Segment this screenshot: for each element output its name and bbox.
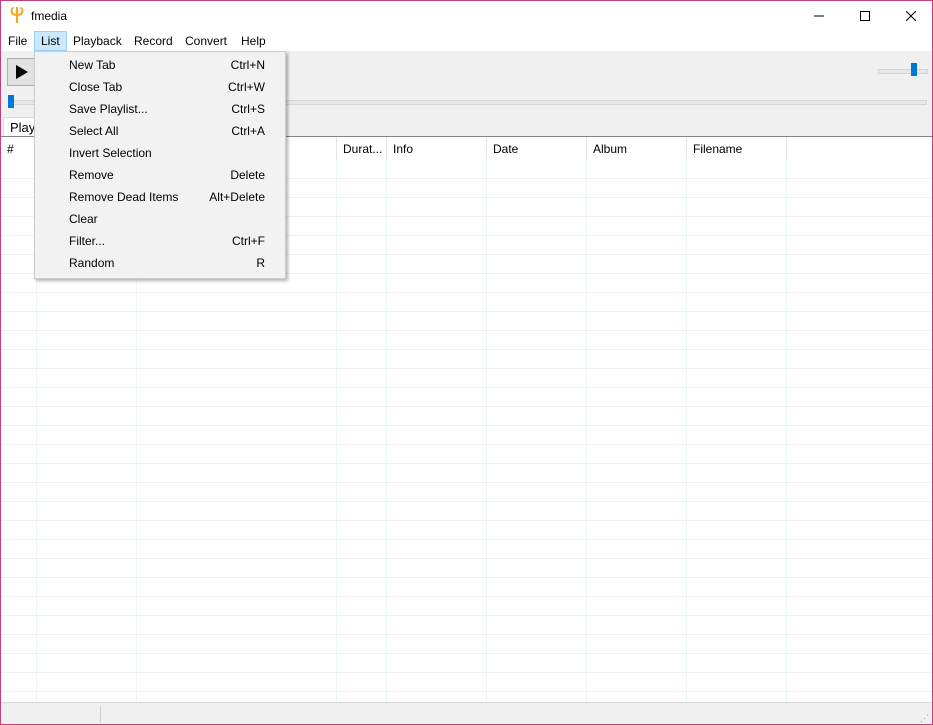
minimize-icon [814, 15, 824, 17]
row-line [1, 311, 932, 312]
menu-item-label: Filter... [69, 234, 106, 248]
menu-item-shortcut: Alt+Delete [209, 190, 265, 204]
row-line [1, 406, 932, 407]
menu-item-invert-selection[interactable]: Invert Selection [35, 142, 285, 164]
row-line [1, 596, 932, 597]
menu-item-shortcut: Ctrl+S [231, 102, 265, 116]
menu-item-clear[interactable]: Clear [35, 208, 285, 230]
row-line [1, 672, 932, 673]
menu-item-label: Save Playlist... [69, 102, 148, 116]
maximize-button[interactable] [842, 1, 888, 31]
title-bar[interactable]: fmedia [1, 1, 932, 31]
menu-item-shortcut: Delete [230, 168, 265, 182]
window-title: fmedia [31, 9, 68, 23]
menu-item-label: Select All [69, 124, 119, 138]
menu-item-shortcut: R [256, 256, 265, 270]
row-line [1, 463, 932, 464]
status-bar: ⋰ [1, 702, 932, 724]
grid-line [686, 159, 687, 703]
status-divider [100, 706, 101, 723]
volume-slider-thumb[interactable] [911, 63, 917, 76]
grid-line [386, 159, 387, 703]
menu-item-save-playlist[interactable]: Save Playlist... Ctrl+S [35, 98, 285, 120]
app-window: fmedia File List Playback Record Convert… [0, 0, 933, 725]
menu-item-shortcut: Ctrl+N [230, 58, 265, 72]
menu-item-label: New Tab [69, 58, 116, 72]
menu-record[interactable]: Record [128, 32, 179, 50]
menu-item-shortcut: Ctrl+W [228, 80, 265, 94]
menu-item-label: Random [69, 256, 115, 270]
menu-convert[interactable]: Convert [179, 32, 233, 50]
row-line [1, 425, 932, 426]
list-menu-dropdown: New Tab Ctrl+N Close Tab Ctrl+W Save Pla… [34, 51, 286, 279]
grid-line [786, 159, 787, 703]
row-line [1, 539, 932, 540]
menu-item-label: Close Tab [69, 80, 123, 94]
column-header-number[interactable]: # [1, 137, 37, 159]
volume-track[interactable] [878, 69, 928, 74]
menu-item-new-tab[interactable]: New Tab Ctrl+N [35, 54, 285, 76]
menu-item-label: Remove Dead Items [69, 190, 179, 204]
resize-grip-icon[interactable]: ⋰ [920, 713, 929, 724]
seek-slider-thumb[interactable] [8, 95, 14, 108]
play-icon [16, 65, 28, 79]
play-button[interactable] [7, 58, 37, 86]
menu-item-label: Remove [69, 168, 114, 182]
menu-item-label: Invert Selection [69, 146, 152, 160]
column-header-info[interactable]: Info [387, 137, 487, 159]
menu-bar: File List Playback Record Convert Help [1, 31, 932, 51]
fmedia-logo-icon [10, 7, 24, 23]
menu-item-shortcut: Ctrl+A [231, 124, 265, 138]
menu-file[interactable]: File [2, 32, 33, 50]
menu-item-shortcut: Ctrl+F [232, 234, 265, 248]
close-button[interactable] [888, 1, 932, 31]
row-line [1, 558, 932, 559]
menu-item-filter[interactable]: Filter... Ctrl+F [35, 230, 285, 252]
row-line [1, 501, 932, 502]
menu-playback[interactable]: Playback [67, 32, 128, 50]
row-line [1, 349, 932, 350]
row-line [1, 387, 932, 388]
menu-help[interactable]: Help [235, 32, 272, 50]
row-line [1, 482, 932, 483]
menu-item-random[interactable]: Random R [35, 252, 285, 274]
row-line [1, 653, 932, 654]
row-line [1, 292, 932, 293]
maximize-icon [860, 11, 870, 21]
grid-line [486, 159, 487, 703]
row-line [1, 444, 932, 445]
close-icon [906, 11, 916, 21]
menu-item-select-all[interactable]: Select All Ctrl+A [35, 120, 285, 142]
row-line [1, 577, 932, 578]
row-line [1, 330, 932, 331]
minimize-button[interactable] [796, 1, 842, 31]
grid-line [336, 159, 337, 703]
row-line [1, 634, 932, 635]
column-header-album[interactable]: Album [587, 137, 687, 159]
menu-list[interactable]: List [34, 31, 67, 51]
column-header-duration[interactable]: Durat... [337, 137, 387, 159]
row-line [1, 520, 932, 521]
grid-line [586, 159, 587, 703]
column-header-date[interactable]: Date [487, 137, 587, 159]
menu-item-remove-dead-items[interactable]: Remove Dead Items Alt+Delete [35, 186, 285, 208]
menu-item-remove[interactable]: Remove Delete [35, 164, 285, 186]
row-line [1, 368, 932, 369]
row-line [1, 691, 932, 692]
menu-item-label: Clear [69, 212, 98, 226]
menu-item-close-tab[interactable]: Close Tab Ctrl+W [35, 76, 285, 98]
column-header-filename[interactable]: Filename [687, 137, 787, 159]
row-line [1, 615, 932, 616]
